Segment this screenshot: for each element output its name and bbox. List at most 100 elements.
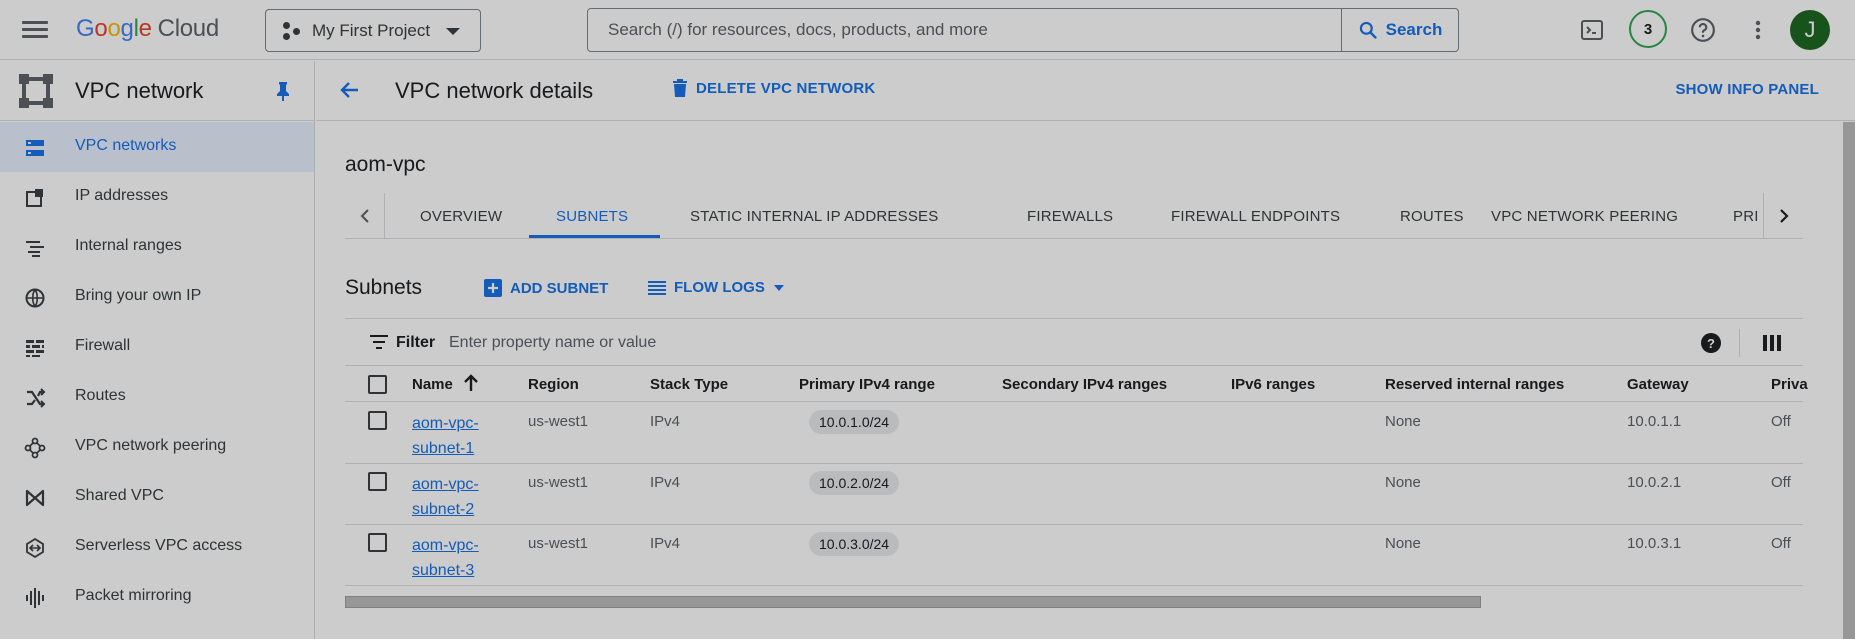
sidebar-item-vpc-peering[interactable]: VPC network peering [0, 422, 314, 472]
column-header-secondary-ipv4: Secondary IPv4 ranges [1002, 376, 1168, 393]
subnet-stack-type: IPv4 [650, 413, 681, 430]
chevron-right-icon [1779, 208, 1789, 223]
cloud-shell-icon[interactable] [1574, 12, 1610, 48]
row-checkbox[interactable] [368, 411, 387, 430]
subnet-name-link[interactable]: aom-vpc-subnet-1 [412, 411, 492, 461]
column-header-reserved-internal: Reserved internal ranges [1385, 376, 1565, 393]
sidebar-item-routes[interactable]: Routes [0, 372, 314, 422]
tab-routes[interactable]: ROUTES [1400, 193, 1464, 238]
page-title: VPC network details [395, 78, 594, 103]
globe-icon [25, 288, 45, 308]
tab-subnets[interactable]: SUBNETS [556, 193, 628, 238]
project-name: My First Project [312, 20, 431, 40]
sidebar-item-label: VPC network peering [75, 437, 227, 454]
routes-icon [27, 388, 46, 408]
tab-firewall-endpoints[interactable]: FIREWALL ENDPOINTS [1171, 193, 1340, 238]
primary-ipv4-chip: 10.0.2.0/24 [809, 471, 900, 495]
tab-firewalls[interactable]: FIREWALLS [1027, 193, 1113, 238]
tabs-scroll-right[interactable] [1763, 193, 1803, 238]
column-header-primary-ipv4: Primary IPv4 range [799, 376, 935, 393]
help-icon[interactable]: ? [1701, 333, 1721, 353]
row-checkbox[interactable] [368, 533, 387, 552]
sidebar-item-label: Bring your own IP [75, 287, 202, 304]
arrow-up-icon[interactable] [463, 374, 479, 392]
sidebar-item-label: Internal ranges [75, 237, 182, 254]
reserved-internal-ranges: None [1385, 474, 1421, 491]
shared-vpc-icon [25, 489, 45, 507]
subnet-region: us-west1 [528, 413, 589, 430]
add-subnet-button[interactable]: ADD SUBNET [484, 279, 608, 297]
sidebar-item-label: Shared VPC [75, 487, 164, 504]
search-button[interactable]: Search [1341, 9, 1458, 51]
project-picker[interactable]: My First Project [265, 9, 481, 52]
private-access: Off [1771, 535, 1791, 552]
tab-overview[interactable]: OVERVIEW [420, 193, 502, 238]
row-checkbox[interactable] [368, 472, 387, 491]
search-input[interactable] [588, 9, 1341, 51]
logo-letter: o [94, 15, 108, 42]
tab-static-internal-ip-addresses[interactable]: STATIC INTERNAL IP ADDRESSES [690, 193, 938, 238]
avatar[interactable]: J [1790, 10, 1830, 50]
flow-logs-button[interactable]: FLOW LOGS [648, 279, 785, 296]
back-arrow-icon[interactable] [338, 78, 362, 102]
flow-logs-label: FLOW LOGS [674, 279, 765, 296]
more-vert-icon[interactable] [1740, 12, 1776, 48]
internal-ranges-icon [26, 241, 44, 257]
subnet-name-link[interactable]: aom-vpc-subnet-2 [412, 472, 492, 522]
column-header-name[interactable]: Name [412, 376, 453, 393]
tab-bar: OVERVIEW SUBNETS STATIC INTERNAL IP ADDR… [345, 193, 1803, 239]
logo-letter: G [76, 15, 95, 42]
pin-icon[interactable] [274, 81, 292, 101]
show-info-panel-button[interactable]: SHOW INFO PANEL [1675, 81, 1819, 98]
table-header: Name Region Stack Type Primary IPv4 rang… [345, 367, 1808, 402]
main-menu-icon[interactable] [22, 18, 48, 42]
sidebar-item-packet-mirroring[interactable]: Packet mirroring [0, 572, 314, 622]
reserved-internal-ranges: None [1385, 535, 1421, 552]
sidebar-item-internal-ranges[interactable]: Internal ranges [0, 222, 314, 272]
network-name: aom-vpc [345, 153, 426, 176]
sidebar-item-vpc-networks[interactable]: VPC networks [0, 122, 314, 172]
vpc-network-product-icon [19, 74, 53, 108]
delete-vpc-network-label: DELETE VPC NETWORK [696, 79, 876, 97]
help-icon[interactable] [1685, 12, 1721, 48]
sidebar-item-firewall[interactable]: Firewall [0, 322, 314, 372]
table-row: aom-vpc-subnet-2 us-west1 IPv4 10.0.2.0/… [345, 464, 1803, 525]
chevron-left-icon [360, 208, 369, 223]
column-header-region: Region [528, 376, 579, 393]
column-header-ipv6: IPv6 ranges [1231, 376, 1316, 393]
select-all-checkbox[interactable] [368, 375, 387, 394]
vertical-scrollbar[interactable] [1843, 122, 1855, 639]
tabs-scroll-left[interactable] [345, 193, 385, 238]
table-row: aom-vpc-subnet-3 us-west1 IPv4 10.0.3.0/… [345, 525, 1803, 586]
sidebar-item-byoip[interactable]: Bring your own IP [0, 272, 314, 322]
tab-private[interactable]: PRI [1733, 193, 1759, 238]
sidebar-title: VPC network [75, 78, 204, 103]
main-content: aom-vpc OVERVIEW SUBNETS STATIC INTERNAL… [316, 122, 1855, 639]
search-button-label: Search [1385, 20, 1443, 39]
list-icon [648, 280, 666, 295]
column-display-icon[interactable] [1763, 335, 1781, 351]
logo-letter: g [120, 15, 134, 42]
primary-ipv4-chip: 10.0.3.0/24 [809, 532, 900, 556]
logo-cloud-text: Cloud [157, 15, 220, 42]
column-header-gateway: Gateway [1627, 376, 1689, 393]
serverless-icon [26, 537, 44, 559]
subnet-name-link[interactable]: aom-vpc-subnet-3 [412, 533, 492, 583]
tab-vpc-network-peering[interactable]: VPC NETWORK PEERING [1491, 193, 1678, 238]
filter-icon[interactable] [370, 335, 388, 349]
sidebar-item-label: Serverless VPC access [75, 537, 243, 554]
filter-bar: Filter ? [345, 318, 1803, 366]
sidebar-item-serverless-vpc-access[interactable]: Serverless VPC access [0, 522, 314, 572]
sidebar-item-shared-vpc[interactable]: Shared VPC [0, 472, 314, 522]
subnet-gateway: 10.0.3.1 [1627, 535, 1682, 552]
subnet-region: us-west1 [528, 474, 589, 491]
notifications-badge[interactable]: 3 [1629, 10, 1667, 48]
sidebar-item-label: Packet mirroring [75, 587, 192, 604]
delete-vpc-network-button[interactable]: DELETE VPC NETWORK [672, 79, 875, 97]
chevron-down-icon [446, 28, 460, 35]
google-cloud-logo[interactable]: Google Cloud [76, 15, 219, 43]
filter-input[interactable] [449, 329, 1149, 357]
sidebar-item-label: VPC networks [75, 137, 177, 154]
horizontal-scrollbar[interactable] [345, 596, 1481, 608]
sidebar-item-ip-addresses[interactable]: IP addresses [0, 172, 314, 222]
